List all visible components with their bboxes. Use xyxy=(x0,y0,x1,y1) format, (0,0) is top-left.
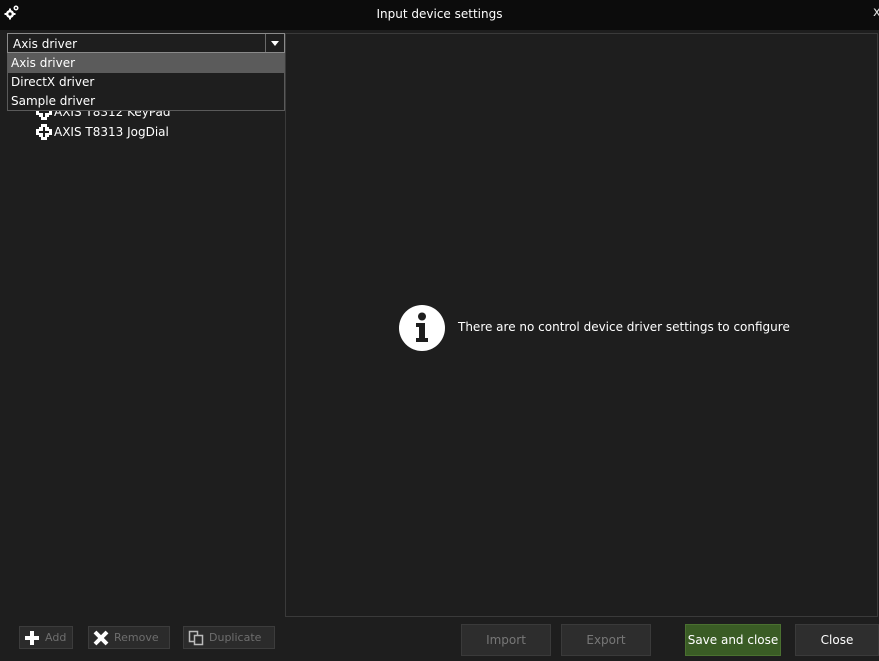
info-icon xyxy=(399,305,445,351)
add-label: Add xyxy=(45,631,67,644)
window-title: Input device settings xyxy=(376,7,503,21)
close-window-button[interactable]: x xyxy=(873,5,879,20)
duplicate-icon xyxy=(188,630,204,645)
duplicate-label: Duplicate xyxy=(209,631,262,644)
title-bar: Input device settings x xyxy=(0,0,879,30)
chevron-down-icon[interactable] xyxy=(265,34,284,52)
driver-option[interactable]: Sample driver xyxy=(8,92,284,111)
remove-button[interactable]: Remove xyxy=(88,626,170,649)
tree-item-jogdial[interactable]: AXIS T8313 JogDial xyxy=(35,123,169,141)
remove-label: Remove xyxy=(114,631,159,644)
device-icon xyxy=(36,124,52,140)
device-label: AXIS T8313 JogDial xyxy=(54,125,169,139)
duplicate-button[interactable]: Duplicate xyxy=(183,626,275,649)
close-button[interactable]: Close xyxy=(795,624,879,656)
info-message: There are no control device driver setti… xyxy=(458,320,790,334)
plus-icon xyxy=(25,630,39,645)
import-button[interactable]: Import xyxy=(461,624,551,656)
driver-dropdown-list: Axis driver DirectX driver Sample driver xyxy=(7,53,285,111)
close-icon xyxy=(93,630,109,645)
add-button[interactable]: Add xyxy=(19,626,73,649)
export-button[interactable]: Export xyxy=(561,624,651,656)
save-and-close-button[interactable]: Save and close xyxy=(685,624,781,656)
device-list-pane: AXIS T8312 KeyPad AXIS T8313 JogDial Axi… xyxy=(6,32,285,618)
settings-pane: There are no control device driver setti… xyxy=(285,33,878,617)
driver-select-value: Axis driver xyxy=(13,37,78,51)
driver-option[interactable]: DirectX driver xyxy=(8,73,284,92)
driver-select[interactable]: Axis driver xyxy=(7,33,285,53)
driver-option[interactable]: Axis driver xyxy=(8,54,284,73)
settings-window: AXIS T8312 KeyPad AXIS T8313 JogDial Axi… xyxy=(0,30,879,661)
